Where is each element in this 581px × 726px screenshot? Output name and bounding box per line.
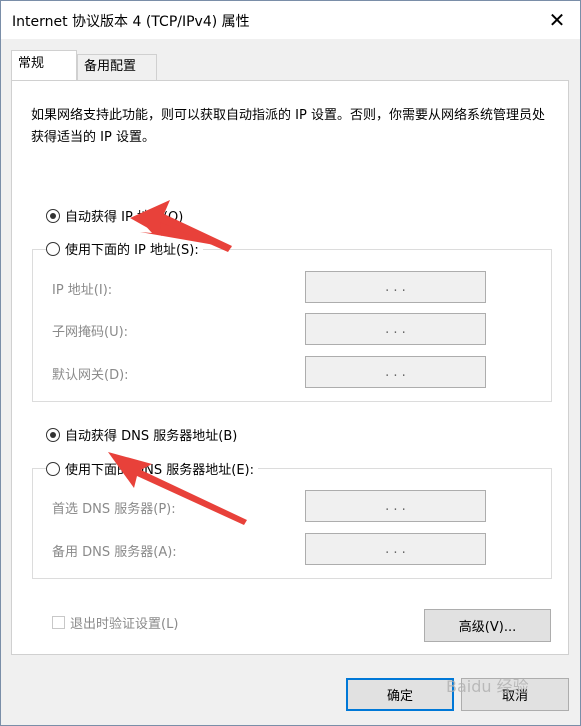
subnet-mask-input[interactable]: . . . — [305, 313, 486, 345]
subnet-mask-value: . . . — [385, 321, 406, 337]
window-title: Internet 协议版本 4 (TCP/IPv4) 属性 — [12, 14, 250, 30]
default-gateway-input[interactable]: . . . — [305, 356, 486, 388]
validate-label: 退出时验证设置(L) — [70, 617, 179, 632]
ip-address-value: . . . — [385, 279, 406, 295]
dialog-window: Internet 协议版本 4 (TCP/IPv4) 属性 ✕ 常规 备用配置 … — [0, 0, 581, 726]
description-text: 如果网络支持此功能，则可以获取自动指派的 IP 设置。否则，你需要从网络系统管理… — [31, 108, 545, 145]
manual-dns-label: 使用下面的 DNS 服务器地址(E): — [65, 463, 254, 478]
preferred-dns-input[interactable]: . . . — [305, 490, 486, 522]
tab-alternate-config[interactable]: 备用配置 — [77, 54, 157, 80]
manual-dns-radio-dot[interactable] — [46, 461, 60, 476]
manual-ip-label: 使用下面的 IP 地址(S): — [65, 243, 199, 258]
advanced-button[interactable]: 高级(V)... — [424, 609, 551, 642]
preferred-dns-label: 首选 DNS 服务器(P): — [52, 502, 176, 517]
validate-on-exit[interactable]: 退出时验证设置(L) — [52, 613, 178, 632]
auto-ip-radio[interactable]: 自动获得 IP 地址(O) — [46, 206, 183, 225]
general-panel: 如果网络支持此功能，则可以获取自动指派的 IP 设置。否则，你需要从网络系统管理… — [11, 80, 569, 655]
close-button[interactable]: ✕ — [534, 1, 580, 39]
ok-button[interactable]: 确定 — [346, 678, 454, 711]
auto-ip-label: 自动获得 IP 地址(O) — [65, 210, 184, 225]
auto-dns-label: 自动获得 DNS 服务器地址(B) — [65, 429, 238, 444]
alternate-dns-input[interactable]: . . . — [305, 533, 486, 565]
subnet-mask-label: 子网掩码(U): — [52, 325, 129, 340]
manual-ip-radio[interactable]: 使用下面的 IP 地址(S): — [46, 239, 203, 258]
manual-ip-radio-dot[interactable] — [46, 241, 60, 256]
alternate-dns-value: . . . — [385, 541, 406, 557]
baidu-watermark: Baidu 经验 — [446, 677, 529, 696]
preferred-dns-value: . . . — [385, 498, 406, 514]
auto-dns-radio[interactable]: 自动获得 DNS 服务器地址(B) — [46, 425, 237, 444]
ip-address-label: IP 地址(I): — [52, 283, 113, 298]
title-bar: Internet 协议版本 4 (TCP/IPv4) 属性 ✕ — [1, 1, 580, 39]
manual-dns-radio[interactable]: 使用下面的 DNS 服务器地址(E): — [46, 459, 258, 478]
auto-ip-radio-dot[interactable] — [46, 208, 60, 223]
validate-checkbox[interactable] — [52, 616, 65, 629]
default-gateway-label: 默认网关(D): — [52, 368, 129, 383]
alternate-dns-label: 备用 DNS 服务器(A): — [52, 545, 177, 560]
default-gateway-value: . . . — [385, 364, 406, 380]
tab-general[interactable]: 常规 — [11, 50, 77, 80]
ip-address-input[interactable]: . . . — [305, 271, 486, 303]
auto-dns-radio-dot[interactable] — [46, 427, 60, 442]
